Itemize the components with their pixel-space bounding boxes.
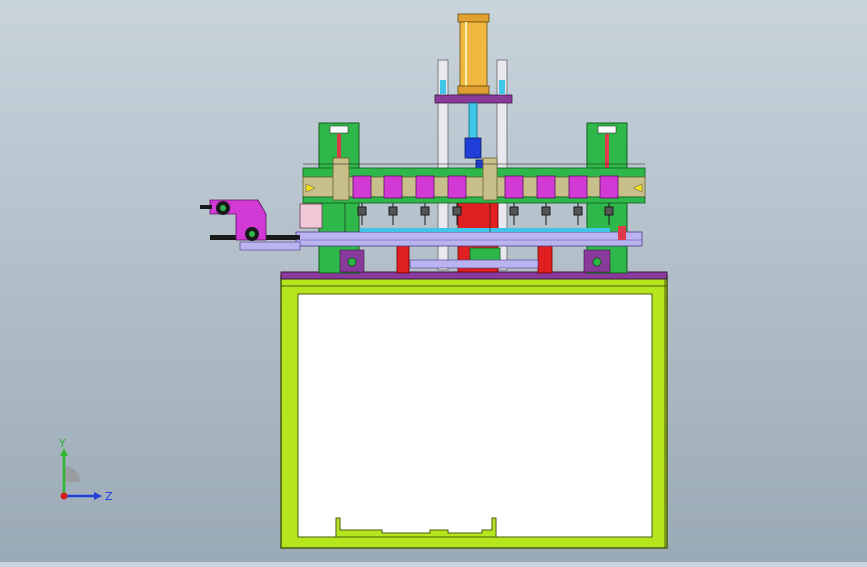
spindle-chuck [509, 206, 519, 216]
left-post-label [329, 125, 349, 134]
axis-triad: Y Z [58, 438, 113, 503]
spindle-motor [383, 175, 403, 199]
column-collar-right [499, 80, 505, 94]
origin-point [60, 492, 68, 500]
feeder-arm [200, 205, 212, 209]
workpiece-strip [360, 228, 610, 232]
cad-viewport[interactable]: Y Z [0, 0, 867, 562]
support-red-left [396, 244, 410, 274]
lower-plate [409, 259, 539, 269]
spindle-chuck [604, 206, 614, 216]
frame-opening [297, 293, 653, 538]
spindle-chuck [573, 206, 583, 216]
machine-model[interactable] [0, 0, 867, 562]
spindle-motor [447, 175, 467, 199]
foot-knob [592, 257, 602, 267]
end-stop [618, 226, 626, 240]
spindle-chuck [541, 206, 551, 216]
z-axis-arrow [94, 492, 102, 500]
spindle-chuck [388, 206, 398, 216]
z-axis-label: Z [105, 490, 113, 503]
spindle-motor [536, 175, 556, 199]
air-cylinder [459, 21, 488, 87]
right-post-rod [605, 134, 609, 170]
feeder-hub [249, 231, 255, 237]
spindle-motor [568, 175, 588, 199]
spindle-chuck [357, 206, 367, 216]
spindle-chuck [452, 206, 462, 216]
tower-top-plate [434, 94, 513, 104]
base-frame[interactable] [280, 271, 668, 549]
right-post-label [597, 125, 617, 134]
rod-coupler [464, 137, 482, 159]
y-axis-label: Y [58, 438, 66, 450]
table-top [295, 231, 643, 247]
spindle-motor [415, 175, 435, 199]
cylinder-cap [457, 13, 490, 23]
fixture-block [299, 203, 323, 229]
foot-knob [347, 257, 357, 267]
column-collar-left [440, 80, 446, 94]
spindle-motor [599, 175, 619, 199]
triad-quadrant [64, 466, 80, 482]
cylinder-base [457, 85, 490, 95]
spindle-motor [352, 175, 372, 199]
feeder-hub [220, 205, 226, 211]
table-extension [239, 241, 301, 251]
support-red-right [537, 244, 553, 274]
spindle-chuck [420, 206, 430, 216]
left-feeder[interactable] [200, 199, 267, 241]
spindle-motor [504, 175, 524, 199]
